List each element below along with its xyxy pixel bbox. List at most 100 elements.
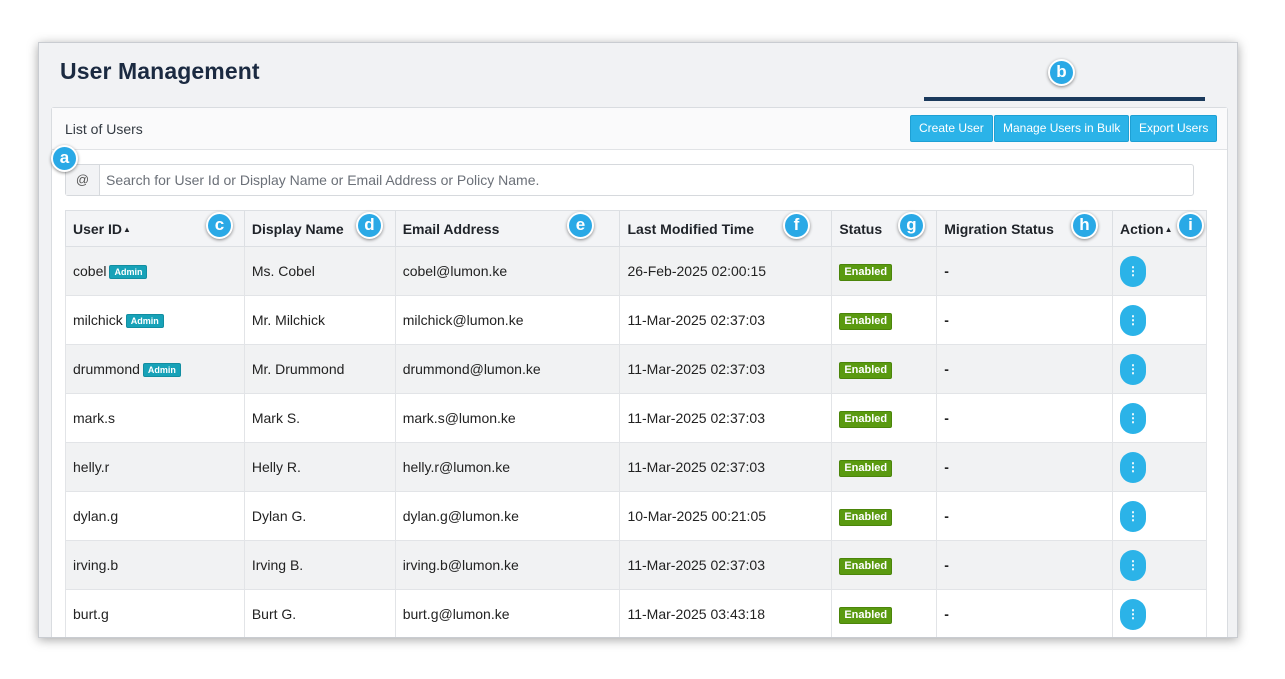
cell-user-id: mark.s (65, 393, 245, 443)
user-id-text: dylan.g (73, 508, 119, 524)
callout-f: f (783, 212, 810, 239)
callout-d: d (356, 212, 383, 239)
column-label: Display Name (251, 220, 344, 237)
sort-up-icon: ▲ (123, 224, 131, 234)
table-row: dylan.g Dylan G. dylan.g@lumon.ke 10-Mar-20… (65, 491, 1207, 541)
row-action-button[interactable]: ⋮ (1120, 353, 1147, 385)
cell-status: Enabled (831, 589, 938, 637)
migration-status-text: - (944, 361, 949, 377)
cell-last-modified: 11-Mar-2025 02:37:03 (619, 540, 833, 590)
active-tab-indicator (924, 97, 1205, 101)
cell-last-modified: 11-Mar-2025 02:37:03 (619, 442, 833, 492)
admin-badge: Admin (142, 363, 181, 377)
cell-status: Enabled (831, 491, 938, 541)
user-id-text: mark.s (73, 410, 115, 426)
migration-status-text: - (944, 263, 949, 279)
cell-display-name: Helly R. (243, 442, 396, 492)
user-id-text: helly.r (73, 459, 110, 475)
cell-migration-status: - (936, 295, 1114, 345)
cell-status: Enabled (831, 295, 938, 345)
last-modified-text: 11-Mar-2025 02:37:03 (627, 557, 765, 573)
cell-action: ⋮ (1112, 295, 1207, 345)
column-label: Last Modified Time (627, 220, 755, 237)
cell-status: Enabled (831, 246, 938, 296)
cell-email: helly.r@lumon.ke (394, 442, 621, 492)
users-table: User ID▲ Display Name Email Address Last… (65, 210, 1207, 637)
user-id-text: cobel (73, 263, 107, 279)
row-action-button[interactable]: ⋮ (1120, 598, 1147, 630)
cell-email: milchick@lumon.ke (394, 295, 621, 345)
callout-i: i (1177, 212, 1204, 239)
column-label: Status (839, 220, 883, 237)
row-action-button[interactable]: ⋮ (1120, 500, 1147, 532)
vertical-ellipsis-icon: ⋮ (1127, 606, 1140, 621)
status-badge: Enabled (839, 557, 893, 575)
cell-migration-status: - (936, 344, 1114, 394)
cell-status: Enabled (831, 442, 938, 492)
cell-user-id: irving.b (65, 540, 245, 590)
row-action-button[interactable]: ⋮ (1120, 304, 1147, 336)
row-action-button[interactable]: ⋮ (1120, 549, 1147, 581)
export-users-button[interactable]: Export Users (1130, 115, 1218, 142)
email-text: mark.s@lumon.ke (402, 410, 516, 426)
cell-migration-status: - (936, 442, 1114, 492)
migration-status-text: - (944, 312, 949, 328)
column-label: Migration Status (944, 220, 1054, 237)
create-user-button[interactable]: Create User (910, 115, 993, 142)
row-action-button[interactable]: ⋮ (1120, 402, 1147, 434)
email-text: drummond@lumon.ke (402, 361, 541, 377)
last-modified-text: 11-Mar-2025 02:37:03 (627, 410, 765, 426)
status-badge: Enabled (839, 312, 893, 330)
cell-display-name: Mr. Drummond (243, 344, 396, 394)
cell-last-modified: 11-Mar-2025 02:37:03 (619, 344, 833, 394)
manage-users-bulk-button[interactable]: Manage Users in Bulk (994, 115, 1130, 142)
display-name-text: Burt G. (251, 606, 297, 622)
status-badge: Enabled (839, 508, 893, 526)
panel-header: List of Users Create User Manage Users i… (52, 108, 1227, 150)
status-badge: Enabled (839, 459, 893, 477)
table-row: burt.g Burt G. burt.g@lumon.ke 11-Mar-2025 … (65, 589, 1207, 637)
display-name-text: Ms. Cobel (251, 263, 315, 279)
column-label: Email Address (402, 220, 500, 237)
user-id-text: drummond (73, 361, 140, 377)
cell-migration-status: - (936, 540, 1114, 590)
cell-migration-status: - (936, 589, 1114, 637)
cell-migration-status: - (936, 246, 1114, 296)
search-input[interactable] (106, 165, 1186, 195)
migration-status-text: - (944, 508, 949, 524)
vertical-ellipsis-icon: ⋮ (1127, 361, 1140, 376)
column-label: User ID (73, 220, 123, 237)
cell-last-modified: 11-Mar-2025 02:37:03 (619, 295, 833, 345)
email-text: milchick@lumon.ke (402, 312, 524, 328)
cell-last-modified: 11-Mar-2025 03:43:18 (619, 589, 833, 637)
table-header-row: User ID▲ Display Name Email Address Last… (65, 210, 1207, 247)
row-action-button[interactable]: ⋮ (1120, 451, 1147, 483)
user-id-text: milchick (73, 312, 123, 328)
app-window: User Management List of Users Create Use… (38, 42, 1238, 638)
cell-email: mark.s@lumon.ke (394, 393, 621, 443)
admin-badge: Admin (125, 314, 164, 328)
cell-action: ⋮ (1112, 540, 1207, 590)
vertical-ellipsis-icon: ⋮ (1127, 263, 1140, 278)
last-modified-text: 11-Mar-2025 02:37:03 (627, 459, 765, 475)
cell-status: Enabled (831, 540, 938, 590)
vertical-ellipsis-icon: ⋮ (1127, 459, 1140, 474)
last-modified-text: 10-Mar-2025 00:21:05 (627, 508, 767, 524)
cell-last-modified: 10-Mar-2025 00:21:05 (619, 491, 833, 541)
sort-up-icon: ▲ (1164, 224, 1173, 234)
email-text: cobel@lumon.ke (402, 263, 508, 279)
callout-g: g (898, 212, 925, 239)
user-id-text: irving.b (73, 557, 119, 573)
row-action-button[interactable]: ⋮ (1120, 255, 1147, 287)
users-panel: List of Users Create User Manage Users i… (51, 107, 1228, 637)
last-modified-text: 11-Mar-2025 02:37:03 (627, 312, 765, 328)
cell-email: dylan.g@lumon.ke (394, 491, 621, 541)
vertical-ellipsis-icon: ⋮ (1127, 508, 1140, 523)
column-label: Action (1120, 220, 1164, 237)
panel-title: List of Users (65, 121, 143, 137)
migration-status-text: - (944, 410, 949, 426)
table-row: irving.b Irving B. irving.b@lumon.ke 11-Mar… (65, 540, 1207, 590)
email-text: irving.b@lumon.ke (402, 557, 519, 573)
last-modified-text: 11-Mar-2025 03:43:18 (627, 606, 765, 622)
table-row: milchick Admin Mr. Milchick milchick@lumon.… (65, 295, 1207, 345)
